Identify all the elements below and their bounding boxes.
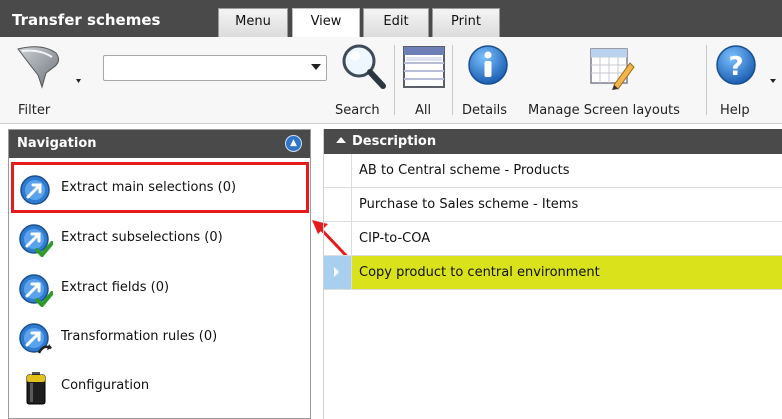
table-cell: AB to Central scheme - Products bbox=[359, 163, 570, 178]
battery-icon bbox=[26, 372, 46, 405]
extract-check-icon bbox=[19, 274, 53, 307]
ribbon-toolbar: Filter Search All Details Manage Screen … bbox=[0, 37, 782, 124]
search-label: Search bbox=[335, 103, 380, 118]
nav-item-label: Extract fields (0) bbox=[61, 280, 170, 295]
filter-button[interactable]: Filter bbox=[6, 41, 92, 121]
details-button[interactable]: Details bbox=[456, 41, 520, 121]
row-gutter[interactable] bbox=[324, 154, 352, 187]
extract-check-icon bbox=[19, 224, 53, 257]
grid-icon bbox=[403, 46, 445, 88]
sort-ascending-icon bbox=[336, 137, 346, 143]
highlight-box bbox=[11, 162, 309, 213]
chevron-down-icon[interactable] bbox=[311, 64, 321, 70]
help-button[interactable]: ? Help bbox=[710, 41, 782, 121]
manage-screen-layouts-button[interactable]: Manage Screen layouts bbox=[522, 41, 704, 121]
nav-item-extract-fields[interactable]: Extract fields (0) bbox=[15, 267, 305, 311]
help-label: Help bbox=[720, 103, 750, 118]
app-title: Transfer schemes bbox=[12, 11, 161, 29]
help-icon: ? bbox=[716, 45, 776, 85]
transformation-icon bbox=[19, 323, 52, 354]
column-header-description[interactable]: Description bbox=[352, 134, 436, 149]
search-input[interactable] bbox=[103, 55, 327, 81]
table-cell: Purchase to Sales scheme - Items bbox=[359, 197, 579, 212]
details-label: Details bbox=[462, 103, 508, 118]
navigation-header: Navigation ▲ bbox=[9, 130, 310, 158]
all-button[interactable]: All bbox=[398, 41, 450, 121]
tab-edit[interactable]: Edit bbox=[363, 8, 429, 37]
row-gutter[interactable] bbox=[324, 256, 352, 289]
grid-header[interactable]: Description bbox=[324, 129, 782, 154]
navigation-title: Navigation bbox=[17, 136, 97, 151]
filter-funnel-icon bbox=[17, 46, 81, 89]
collapse-icon[interactable]: ▲ bbox=[285, 135, 302, 152]
row-gutter[interactable] bbox=[324, 188, 352, 221]
ribbon-separator bbox=[394, 45, 395, 115]
table-row[interactable]: Purchase to Sales scheme - Items bbox=[324, 188, 782, 222]
tab-print[interactable]: Print bbox=[432, 8, 500, 37]
nav-item-label: Extract subselections (0) bbox=[61, 230, 223, 245]
table-row-selected[interactable]: Copy product to central environment bbox=[324, 256, 782, 290]
ribbon-separator bbox=[452, 45, 453, 115]
all-label: All bbox=[415, 103, 432, 118]
filter-label: Filter bbox=[18, 103, 51, 118]
table-cell: CIP-to-COA bbox=[359, 231, 431, 246]
nav-item-extract-subselections[interactable]: Extract subselections (0) bbox=[15, 217, 305, 261]
row-gutter[interactable] bbox=[324, 222, 352, 255]
screen-layout-icon bbox=[590, 48, 635, 90]
manage-screen-layouts-label: Manage Screen layouts bbox=[528, 103, 680, 118]
info-icon bbox=[468, 45, 508, 85]
table-row[interactable]: AB to Central scheme - Products bbox=[324, 154, 782, 188]
nav-item-label: Transformation rules (0) bbox=[61, 329, 218, 344]
nav-item-configuration[interactable]: Configuration bbox=[15, 365, 305, 409]
search-button[interactable]: Search bbox=[333, 41, 391, 121]
table-row[interactable]: CIP-to-COA bbox=[324, 222, 782, 256]
ribbon-separator bbox=[706, 45, 707, 115]
tab-menu[interactable]: Menu bbox=[218, 8, 288, 37]
table-cell: Copy product to central environment bbox=[359, 265, 600, 280]
nav-item-label: Configuration bbox=[61, 378, 150, 393]
magnifier-icon bbox=[342, 44, 386, 89]
tab-view[interactable]: View bbox=[292, 8, 360, 38]
nav-item-transformation-rules[interactable]: Transformation rules (0) bbox=[15, 316, 305, 360]
title-bar: Transfer schemes Menu View Edit Print bbox=[0, 0, 782, 38]
description-grid: Description AB to Central scheme - Produ… bbox=[323, 129, 782, 419]
svg-text:?: ? bbox=[728, 52, 743, 82]
